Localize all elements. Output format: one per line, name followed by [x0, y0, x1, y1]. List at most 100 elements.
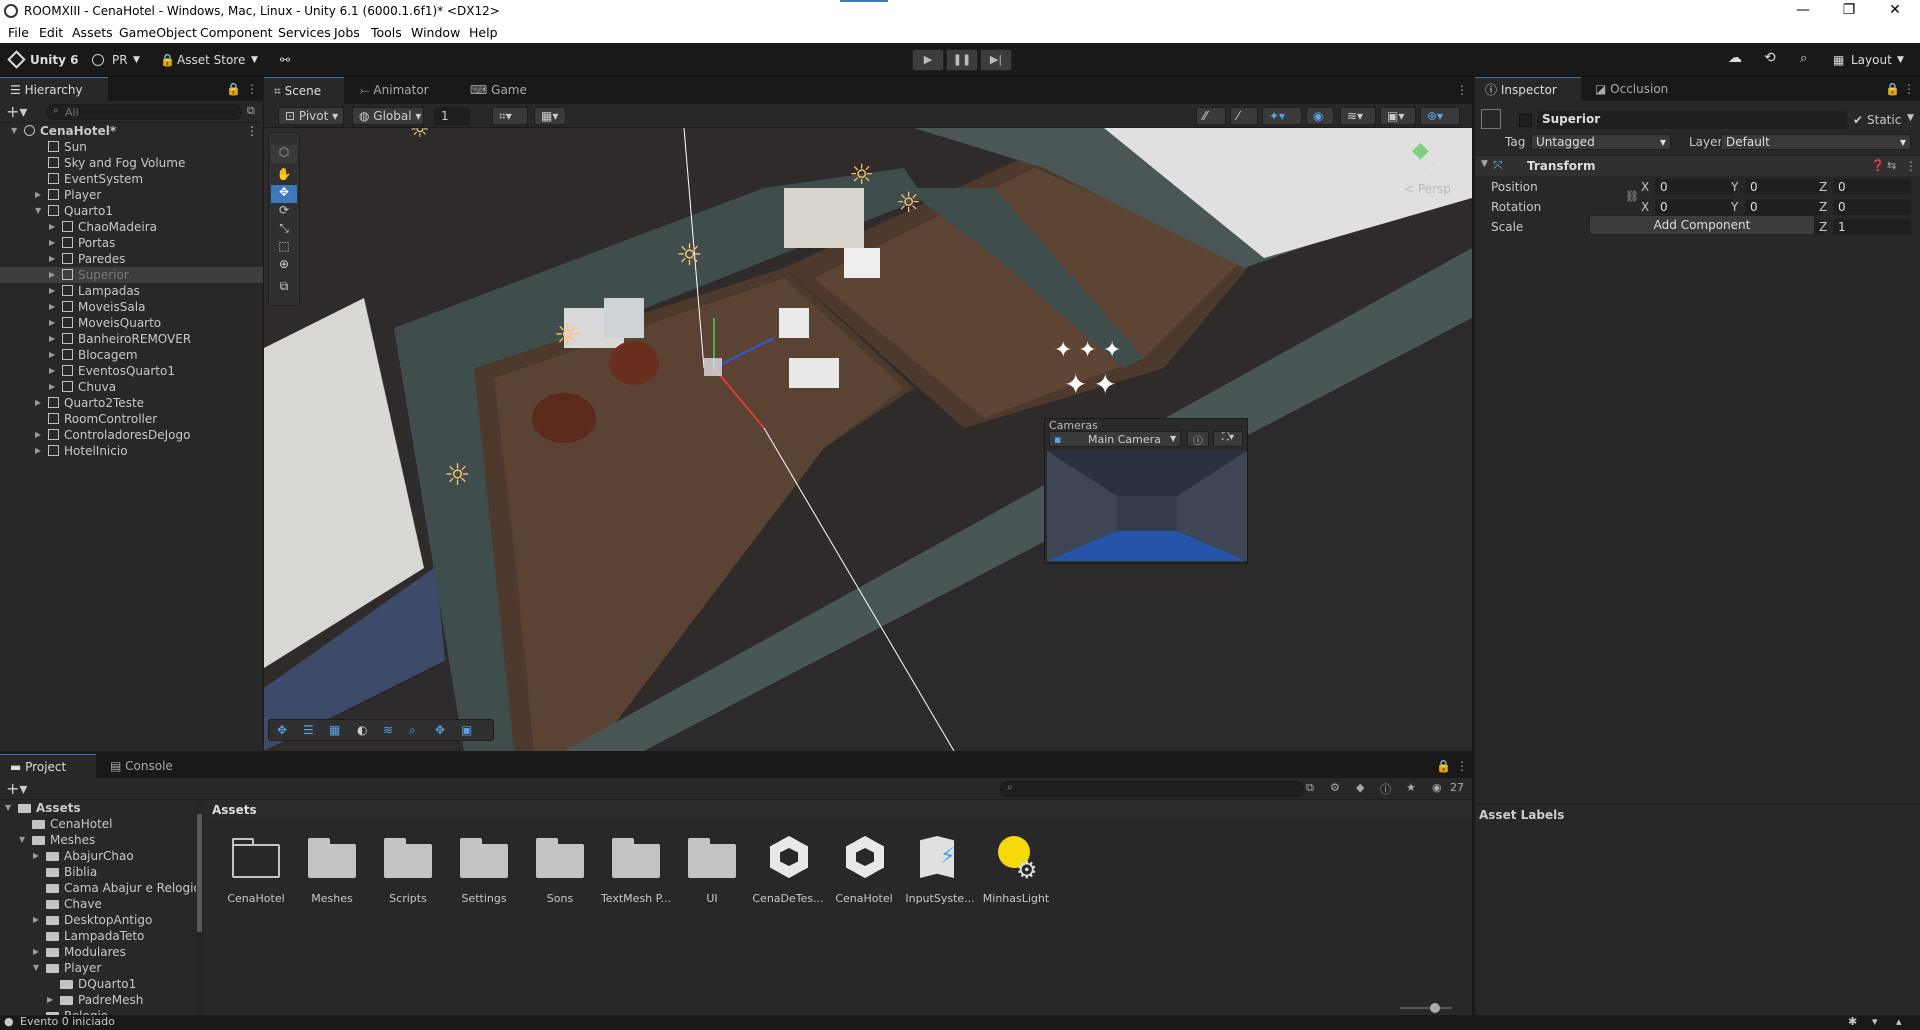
grid-visibility-dropdown[interactable]: ⌗▾ [492, 107, 528, 125]
hierarchy-row[interactable]: ▶ HotelInicio [0, 443, 263, 459]
grid-icon[interactable]: ▦ [329, 723, 340, 737]
transform-row-label[interactable]: Scale [1491, 220, 1523, 234]
hand-tool-icon[interactable]: ✋ [271, 167, 297, 185]
search-by-type-icon[interactable]: ⧉ [1306, 781, 1314, 795]
hierarchy-row[interactable]: ▶ Player [0, 187, 263, 203]
transform-row-label[interactable]: Position [1491, 180, 1538, 194]
more-menu-icon[interactable]: ⋮ [246, 123, 258, 139]
asset-item[interactable]: Settings [446, 830, 522, 914]
axis-label[interactable]: X [1641, 180, 1649, 194]
camera-select[interactable]: ▪ Main Camera ▼ [1049, 431, 1181, 447]
layers-dropdown[interactable]: ≋▾ [1340, 107, 1376, 125]
version-control-icon[interactable]: ⚯ [280, 53, 290, 67]
lock-icon[interactable]: 🔒 [226, 82, 241, 96]
move-tool-icon[interactable]: ✥ [271, 185, 297, 203]
expand-arrow-icon[interactable]: ▼ [33, 960, 39, 976]
menu-assets[interactable]: Assets [72, 25, 113, 40]
layout-dropdown[interactable]: Layout [1851, 53, 1892, 67]
hierarchy-row[interactable]: ▶ Superior [0, 267, 263, 283]
collapse-arrow-icon[interactable]: ▶ [49, 251, 55, 267]
step-button[interactable]: ▶| [980, 49, 1012, 71]
project-tree-row[interactable]: CenaHotel [0, 816, 196, 832]
collapse-arrow-icon[interactable]: ▶ [35, 427, 41, 443]
scene-visibility-icon[interactable]: ⧉ [247, 104, 255, 118]
move-tool-icon[interactable]: ✥ [277, 723, 287, 737]
asset-item[interactable]: UI [674, 830, 750, 914]
tab-animator[interactable]: ⤚ Animator [350, 77, 439, 104]
collapse-arrow-icon[interactable]: ▶ [49, 219, 55, 235]
custom-tool-icon[interactable]: ⧉ [271, 279, 297, 297]
search-icon[interactable]: ⌕ [1800, 51, 1807, 66]
scale-tool-icon[interactable]: ⤡ [271, 221, 297, 239]
hierarchy-row[interactable]: ▶ Blocagem [0, 347, 263, 363]
camera-dropdown[interactable]: ▣▾ [1380, 107, 1416, 125]
hierarchy-row[interactable]: Sky and Fog Volume [0, 155, 263, 171]
more-menu-icon[interactable]: ⋮ [1456, 759, 1468, 773]
project-tree-row[interactable]: ▶ PadreMesh [0, 992, 196, 1008]
hierarchy-row[interactable]: EventSystem [0, 171, 263, 187]
layers-icon[interactable]: ≋ [383, 723, 393, 737]
project-tree-row[interactable]: ▼ Meshes [0, 832, 196, 848]
collapse-arrow-icon[interactable]: ▶ [49, 267, 55, 283]
collapse-arrow-icon[interactable]: ▶ [33, 944, 39, 960]
asset-item[interactable]: TextMesh P... [598, 830, 674, 914]
collapse-arrow-icon[interactable]: ▶ [47, 992, 53, 1008]
pivot-dropdown[interactable]: ⊡ Pivot ▾ [278, 107, 344, 125]
cloud-icon[interactable]: ☁ [1728, 50, 1742, 66]
tag-dropdown[interactable]: Untagged ▼ [1531, 134, 1671, 150]
object-name-field[interactable]: Superior [1537, 111, 1847, 129]
add-object-button[interactable]: +▾ [6, 102, 27, 121]
hierarchy-row[interactable]: ▶ Chuva [0, 379, 263, 395]
hierarchy-row[interactable]: ▼ CenaHotel* ⋮ [0, 123, 263, 139]
project-tree-row[interactable]: Cama Abajur e Relogio [0, 880, 196, 896]
asset-item[interactable]: CenaHotel [826, 830, 902, 914]
help-icon[interactable]: ❓ [1871, 159, 1885, 172]
lock-icon[interactable]: 🔒 [1885, 82, 1900, 96]
more-menu-icon[interactable]: ⋮ [1456, 83, 1468, 97]
view-tool-icon[interactable]: ⬡ [271, 145, 297, 163]
project-tree-row[interactable]: ▼ Player [0, 960, 196, 976]
hierarchy-row[interactable]: ▶ ControladoresDeJogo [0, 427, 263, 443]
tree-scrollbar[interactable] [196, 800, 204, 1015]
visibility-icon[interactable]: ◉ [1306, 107, 1334, 125]
menu-component[interactable]: Component [200, 25, 273, 40]
menu-gameobject[interactable]: GameObject [119, 25, 197, 40]
rect-tool-icon[interactable]: ⬚ [271, 239, 297, 257]
project-search[interactable]: ⌕ [1000, 781, 1304, 797]
menu-services[interactable]: Services [278, 25, 331, 40]
add-component-button[interactable]: Add Component [1589, 215, 1815, 235]
axis-label[interactable]: Z [1819, 200, 1827, 214]
asset-item[interactable]: CenaDeTes... [750, 830, 826, 914]
asset-item[interactable]: ⚙ MinhasLight [978, 830, 1054, 914]
axis-label[interactable]: X [1641, 200, 1649, 214]
hierarchy-row[interactable]: Sun [0, 139, 263, 155]
scene-viewport[interactable]: ☼ ☼ ☼ ☼ ☼ ☼ ✦✦✦ ✦✦ ⬡ ✋ ✥ ⟳ ⤡ ⬚ ⊕ ⧉ ◆ ✣ z… [264, 128, 1472, 751]
asset-item[interactable]: ⚡ InputSyste... [902, 830, 978, 914]
favorite-icon[interactable]: ★ [1406, 781, 1416, 794]
collapse-arrow-icon[interactable]: ▶ [33, 848, 39, 864]
collapse-arrow-icon[interactable]: ▶ [35, 395, 41, 411]
expand-arrow-icon[interactable]: ▼ [5, 800, 11, 816]
filter-icon[interactable]: ⚙ [1330, 781, 1340, 794]
grid-snap-input[interactable]: 1 [434, 107, 470, 125]
sphere-icon[interactable]: ◐ [357, 723, 367, 737]
pause-button[interactable]: ❚❚ [946, 49, 978, 71]
maximize-button[interactable]: ❐ [1826, 0, 1872, 22]
tab-occlusion[interactable]: ◪ Occlusion [1585, 77, 1678, 101]
transform-row-label[interactable]: Rotation [1491, 200, 1541, 214]
scrollbar-thumb[interactable] [197, 814, 202, 932]
minimize-button[interactable]: — [1780, 0, 1826, 22]
align-icon[interactable]: ☰ [303, 723, 314, 737]
hierarchy-row[interactable]: ▶ MoveisQuarto [0, 315, 263, 331]
snap-dropdown[interactable]: ▦▾ [534, 107, 566, 125]
global-dropdown[interactable]: ◍ Global ▾ [352, 107, 424, 125]
notifications-icon[interactable]: ▴ [1896, 1015, 1902, 1028]
tab-scene[interactable]: ⌗ Scene [264, 77, 344, 104]
zoom-icon[interactable]: ⌕ [409, 723, 416, 738]
hierarchy-row[interactable]: ▶ EventosQuarto1 [0, 363, 263, 379]
gizmos-dropdown[interactable]: ⊕▾ [1420, 107, 1460, 125]
transform-z-field[interactable]: 0 [1833, 199, 1911, 215]
gizmo-cube-icon[interactable]: ✣ [1424, 158, 1441, 182]
constrain-proportions-icon[interactable]: ⛓ [1625, 190, 1639, 203]
hierarchy-row[interactable]: ▶ Quarto2Teste [0, 395, 263, 411]
